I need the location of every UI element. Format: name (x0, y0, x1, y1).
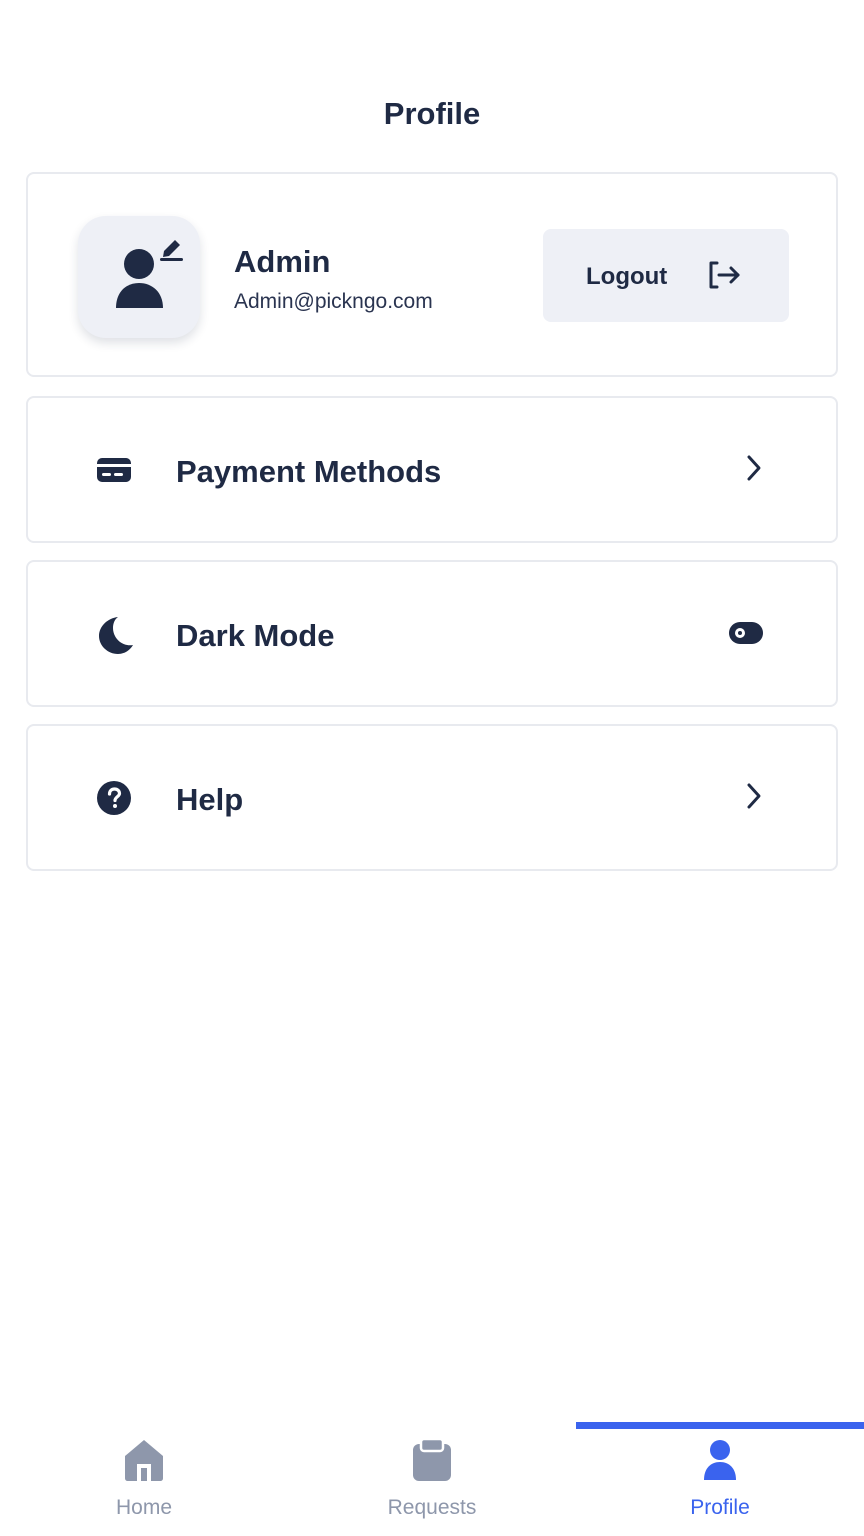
menu-item-label: Help (176, 782, 244, 817)
avatar[interactable] (78, 216, 200, 338)
chevron-right-icon (747, 783, 761, 809)
user-name: Admin (234, 244, 331, 279)
bottom-navigation: Home Requests Profile (0, 1420, 864, 1536)
profile-screen: Profile Admin Admin@pickngo.com Logout P… (0, 0, 864, 1536)
user-edit-icon (116, 240, 183, 308)
nav-label: Requests (387, 1496, 477, 1519)
menu-item-payment-methods[interactable]: Payment Methods (26, 396, 838, 543)
credit-card-icon (97, 458, 131, 482)
logout-label: Logout (586, 263, 668, 290)
nav-tab-home[interactable]: Home (0, 1420, 288, 1536)
clipboard-icon (413, 1438, 451, 1481)
dark-mode-toggle[interactable] (728, 618, 766, 648)
page-title: Profile (383, 96, 481, 131)
nav-tab-profile[interactable]: Profile (576, 1420, 864, 1536)
menu-item-dark-mode[interactable]: Dark Mode (26, 560, 838, 707)
moon-icon (99, 617, 133, 654)
menu-item-help[interactable]: Help (26, 724, 838, 871)
help-circle-icon (97, 781, 131, 815)
chevron-right-icon (747, 455, 761, 481)
profile-card: Admin Admin@pickngo.com Logout (26, 172, 838, 377)
menu-item-label: Payment Methods (176, 454, 442, 489)
logout-icon (709, 261, 740, 289)
logout-button[interactable]: Logout (543, 229, 789, 322)
nav-label: Home (115, 1496, 173, 1519)
menu-item-label: Dark Mode (176, 618, 335, 653)
home-icon (125, 1440, 163, 1481)
user-icon (704, 1440, 736, 1480)
nav-tab-requests[interactable]: Requests (288, 1420, 576, 1536)
user-email: Admin@pickngo.com (234, 290, 433, 313)
nav-label: Profile (690, 1496, 750, 1519)
